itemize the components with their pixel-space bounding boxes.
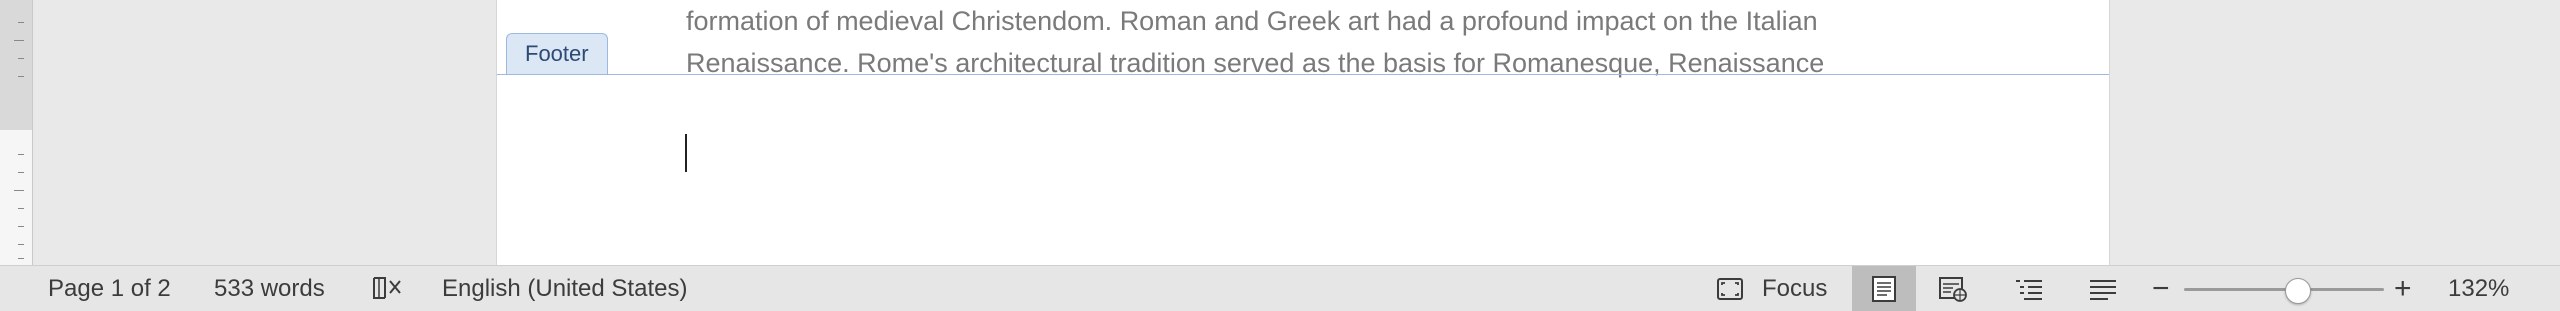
ruler-tick: [14, 190, 24, 191]
status-bar: Page 1 of 2 533 words English (United St…: [0, 265, 2560, 311]
focus-button[interactable]: Focus: [1762, 266, 1827, 311]
zoom-slider-track[interactable]: [2184, 288, 2384, 291]
body-text-line[interactable]: formation of medieval Christendom. Roman…: [686, 0, 2066, 42]
body-text-line[interactable]: Renaissance. Rome's architectural tradit…: [686, 42, 2066, 84]
ruler-tick: [18, 154, 24, 155]
footer-separator: [497, 74, 2109, 75]
ruler-tick: [18, 58, 24, 59]
ruler-tick: [18, 258, 24, 259]
outline-icon: [2016, 280, 2042, 300]
ruler-tick: [18, 172, 24, 173]
zoom-out-button[interactable]: −: [2152, 266, 2170, 311]
draft-icon: [2090, 280, 2116, 300]
word-window: formation of medieval Christendom. Roman…: [0, 0, 2560, 311]
zoom-slider-thumb[interactable]: [2285, 278, 2311, 304]
vertical-ruler[interactable]: [0, 0, 33, 265]
body-text[interactable]: formation of medieval Christendom. Roman…: [686, 0, 2066, 84]
ruler-tick: [18, 22, 24, 23]
proofing-icon[interactable]: [372, 275, 401, 303]
print-layout-view-button[interactable]: [1852, 266, 1916, 311]
page-count[interactable]: Page 1 of 2: [48, 266, 171, 311]
web-layout-icon: [1939, 277, 1967, 302]
web-layout-view-button[interactable]: [1920, 266, 1984, 311]
ruler-tick: [18, 76, 24, 77]
focus-icon[interactable]: [1716, 275, 1744, 303]
text-cursor: [685, 134, 687, 172]
ruler-tick: [18, 226, 24, 227]
ruler-tick: [14, 40, 24, 41]
vertical-ruler-active-area: [0, 130, 32, 265]
ruler-tick: [18, 208, 24, 209]
ruler-tick: [18, 244, 24, 245]
outline-view-button[interactable]: [1996, 266, 2060, 311]
print-layout-icon: [1872, 276, 1896, 302]
language-indicator[interactable]: English (United States): [442, 266, 687, 311]
draft-view-button[interactable]: [2070, 266, 2134, 311]
footer-tab[interactable]: Footer: [506, 33, 608, 74]
zoom-in-button[interactable]: +: [2394, 266, 2412, 311]
word-count[interactable]: 533 words: [214, 266, 325, 311]
zoom-percentage[interactable]: 132%: [2448, 266, 2509, 311]
document-page[interactable]: formation of medieval Christendom. Roman…: [497, 0, 2109, 265]
